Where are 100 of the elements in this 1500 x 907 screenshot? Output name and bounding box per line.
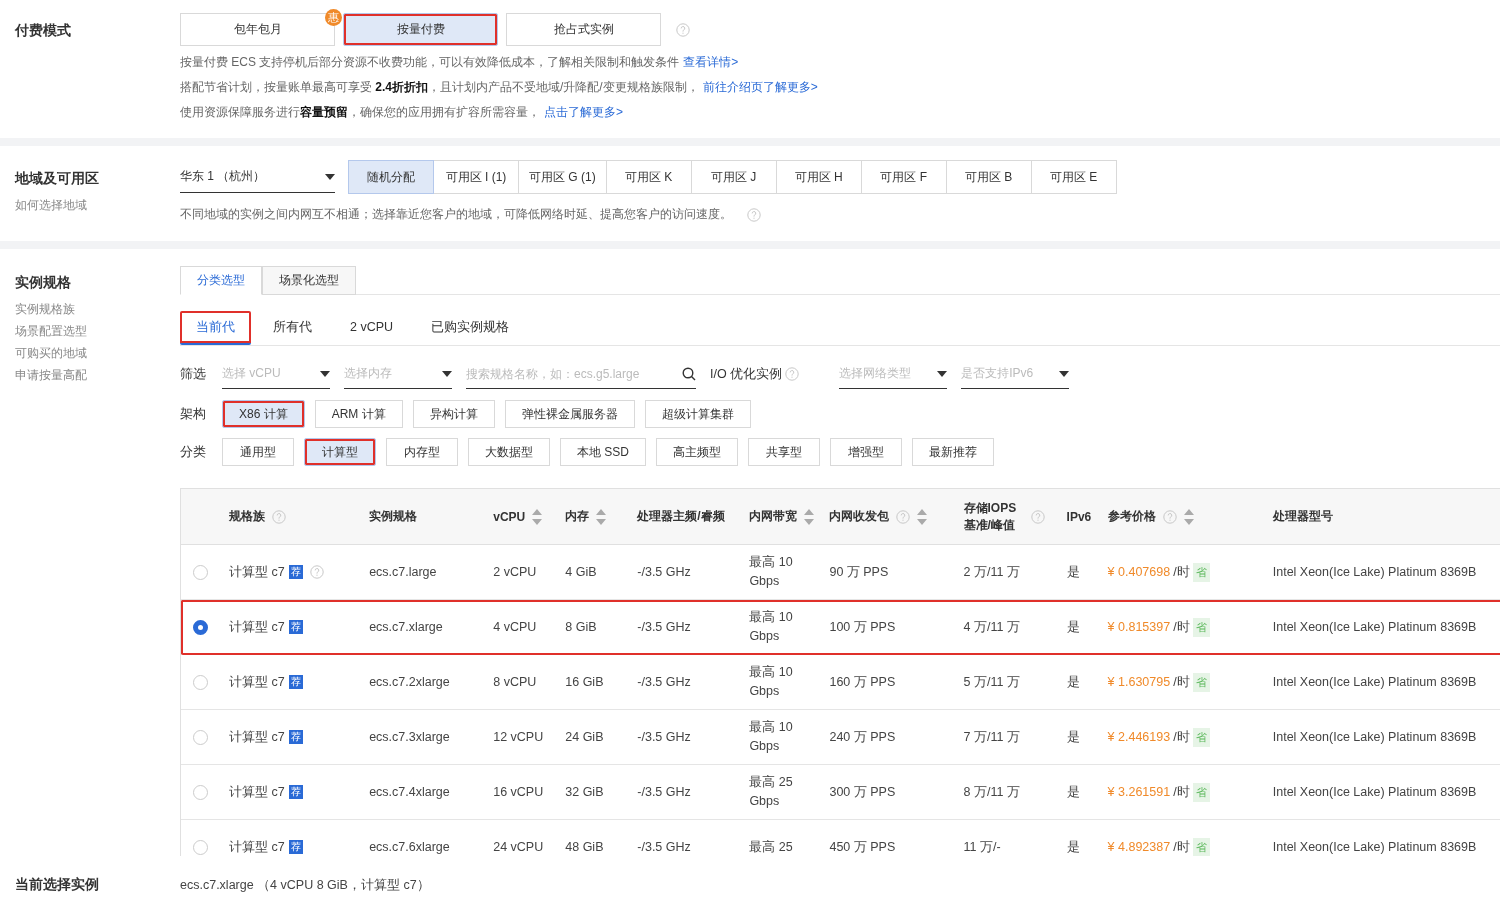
category-option[interactable]: 计算型: [304, 438, 376, 466]
zone-option[interactable]: 可用区 F: [860, 160, 947, 194]
tab[interactable]: 已购实例规格: [415, 311, 526, 345]
category-option[interactable]: 内存型: [386, 438, 458, 466]
help-icon[interactable]: [1162, 509, 1177, 524]
sort-icon[interactable]: [917, 508, 928, 525]
side-link[interactable]: 申请按量高配: [15, 364, 180, 386]
header-cell: 存储IOPS 基准/峰值: [963, 489, 1067, 545]
table-cell: ecs.c7.6xlarge: [369, 819, 494, 856]
caret-icon: [1059, 370, 1070, 377]
link[interactable]: 点击了解更多>: [544, 105, 623, 119]
sort-icon[interactable]: [804, 508, 815, 525]
billing-option[interactable]: 抢占式实例: [506, 13, 661, 46]
help-icon[interactable]: [676, 22, 690, 37]
note-text: 不同地域的实例之间内网互不相通；选择靠近您客户的地域，可降低网络时延、提高您客户的访问速度。: [180, 206, 732, 223]
tab[interactable]: 当前代: [180, 311, 251, 345]
table-cell: 240 万 PPS: [829, 709, 964, 765]
zone-option[interactable]: 可用区 H: [775, 160, 862, 194]
filter-label: I/O 优化实例: [710, 365, 783, 383]
section-title: 实例规格: [15, 274, 72, 292]
tab[interactable]: 2 vCPU: [334, 311, 410, 345]
zone-option[interactable]: 可用区 B: [945, 160, 1032, 194]
category-option[interactable]: 增强型: [830, 438, 902, 466]
architecture-option[interactable]: X86 计算: [222, 400, 305, 428]
zone-option[interactable]: 可用区 J: [690, 160, 777, 194]
zone-option[interactable]: 可用区 E: [1030, 160, 1117, 194]
header-cell: 处理器型号: [1272, 489, 1500, 545]
price: ¥ 0.407698: [1107, 565, 1171, 579]
note-text: 使用资源保障服务进行容量预留，确保您的应用拥有扩容所需容量，: [180, 105, 540, 119]
side-link[interactable]: 实例规格族: [15, 298, 180, 320]
table-cell: -/3.5 GHz: [637, 819, 750, 856]
link[interactable]: 查看详情>: [683, 55, 739, 69]
table-cell: 是: [1066, 544, 1108, 600]
sort-icon[interactable]: [532, 508, 543, 525]
side-link[interactable]: 场景配置选型: [15, 320, 180, 342]
table-cell: 24 vCPU: [493, 819, 566, 856]
category-option[interactable]: 最新推荐: [912, 438, 994, 466]
help-icon[interactable]: [747, 207, 761, 222]
header-cell: 实例规格: [369, 489, 494, 545]
tab[interactable]: 所有代: [257, 311, 328, 345]
architecture-option[interactable]: ARM 计算: [314, 400, 403, 428]
category-option[interactable]: 大数据型: [468, 438, 550, 466]
table-cell: 5 万/11 万: [963, 654, 1067, 710]
side-link[interactable]: 可购买的地域: [15, 342, 180, 364]
tab[interactable]: 场景化选型: [262, 266, 356, 295]
table-cell: 90 万 PPS: [829, 544, 964, 600]
header-cell: 内网带宽: [749, 489, 830, 545]
header-cell: 内网收发包: [829, 489, 964, 545]
help-icon[interactable]: [309, 565, 324, 579]
table-cell: 24 GiB: [565, 709, 638, 765]
table-cell: 4 vCPU: [493, 599, 566, 655]
side-link[interactable]: 如何选择地域: [15, 194, 180, 216]
help-icon[interactable]: [896, 509, 911, 524]
recommend-badge: 荐: [288, 730, 303, 744]
savings-badge: 省: [1192, 837, 1210, 856]
price: ¥ 2.446193: [1107, 730, 1171, 744]
price: ¥ 0.815397: [1107, 620, 1171, 634]
category-option[interactable]: 共享型: [748, 438, 820, 466]
help-icon[interactable]: [1030, 509, 1045, 524]
price: ¥ 4.892387: [1107, 840, 1171, 854]
table-cell: 2 vCPU: [493, 544, 566, 600]
table-cell: ecs.c7.2xlarge: [369, 654, 494, 710]
billing-option[interactable]: 按量付费: [343, 13, 498, 46]
help-icon[interactable]: [785, 367, 800, 381]
zone-option[interactable]: 可用区 K: [605, 160, 692, 194]
help-icon[interactable]: [272, 509, 287, 524]
table-cell: 32 GiB: [565, 764, 638, 820]
zone-option[interactable]: 可用区 G (1): [518, 160, 607, 194]
filter-label: 筛选: [180, 365, 207, 383]
table-cell: Intel Xeon(Ice Lake) Platinum 8369B: [1272, 599, 1500, 655]
zone-option[interactable]: 可用区 I (1): [433, 160, 519, 194]
recommend-badge: 荐: [288, 565, 303, 579]
caret-icon: [320, 370, 330, 377]
table-cell: ecs.c7.3xlarge: [369, 709, 494, 765]
section-title: 付费模式: [15, 22, 72, 40]
zone-option[interactable]: 随机分配: [348, 160, 434, 194]
table-cell-text: 最高 25 Gbps: [749, 774, 794, 810]
table-cell: Intel Xeon(Ice Lake) Platinum 8369B: [1272, 764, 1500, 820]
table-cell: Intel Xeon(Ice Lake) Platinum 8369B: [1272, 709, 1500, 765]
table-cell: Intel Xeon(Ice Lake) Platinum 8369B: [1272, 544, 1500, 600]
table-cell: ecs.c7.large: [369, 544, 494, 600]
sort-icon[interactable]: [1183, 508, 1194, 525]
search-field[interactable]: 搜索规格名称，如：ecs.g5.large: [466, 359, 696, 389]
category-option[interactable]: 通用型: [222, 438, 294, 466]
price-unit: /时: [1173, 618, 1190, 636]
category-option[interactable]: 高主频型: [656, 438, 738, 466]
architecture-option[interactable]: 超级计算集群: [644, 400, 751, 428]
architecture-option[interactable]: 异构计算: [412, 400, 495, 428]
discount-badge: 惠: [325, 9, 342, 26]
tab[interactable]: 分类选型: [180, 266, 262, 295]
link[interactable]: 前往介绍页了解更多>: [702, 80, 818, 94]
sort-icon[interactable]: [596, 508, 607, 525]
architecture-option[interactable]: 弹性裸金属服务器: [504, 400, 635, 428]
category-option[interactable]: 本地 SSD: [560, 438, 646, 466]
table-cell: 7 万/11 万: [963, 709, 1067, 765]
recommend-badge: 荐: [288, 785, 303, 799]
note-text: 搭配节省计划，按量账单最高可享受 2.4折折扣，且计划内产品不受地域/升降配/变更规格族限制，: [180, 80, 699, 94]
radio-button[interactable]: [193, 619, 208, 635]
region-select[interactable]: 华东 1 （杭州）: [180, 161, 335, 193]
table-cell-text: 最高 10 Gbps: [749, 719, 794, 755]
